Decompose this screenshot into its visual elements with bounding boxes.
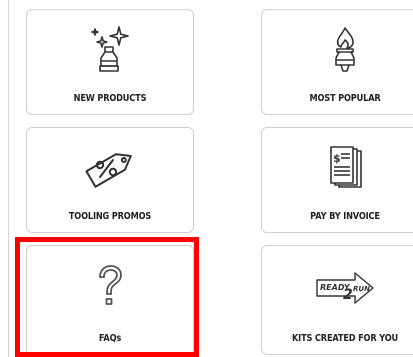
tile-faqs[interactable]: FAQs	[26, 245, 194, 355]
question-mark-icon	[27, 262, 193, 314]
tile-label: MOST POPULAR	[309, 93, 381, 104]
ready-2-run-logo-icon: READY 2 RUN	[262, 262, 413, 314]
left-frame-line	[8, 0, 9, 357]
tile-label: TOOLING PROMOS	[68, 211, 152, 222]
tile-label: NEW PRODUCTS	[73, 93, 147, 104]
tile-new-products[interactable]: NEW PRODUCTS	[26, 9, 194, 115]
tile-most-popular[interactable]: MOST POPULAR	[261, 9, 413, 115]
sparkle-bottle-icon	[27, 24, 193, 76]
invoice-icon: $	[262, 142, 413, 194]
tile-tooling-promos[interactable]: TOOLING PROMOS	[26, 127, 194, 233]
svg-text:$: $	[333, 152, 341, 165]
tile-label: FAQs	[98, 333, 122, 344]
svg-text:2: 2	[343, 287, 353, 303]
svg-text:RUN: RUN	[353, 285, 370, 293]
percent-tag-icon	[27, 142, 193, 194]
tile-kits-created-for-you[interactable]: READY 2 RUN KITS CREATED FOR YOU	[261, 245, 413, 355]
tile-pay-by-invoice[interactable]: $ PAY BY INVOICE	[261, 127, 413, 233]
tile-label: PAY BY INVOICE	[310, 211, 380, 222]
tile-label: KITS CREATED FOR YOU	[291, 333, 398, 344]
flame-bottle-icon	[262, 24, 413, 76]
